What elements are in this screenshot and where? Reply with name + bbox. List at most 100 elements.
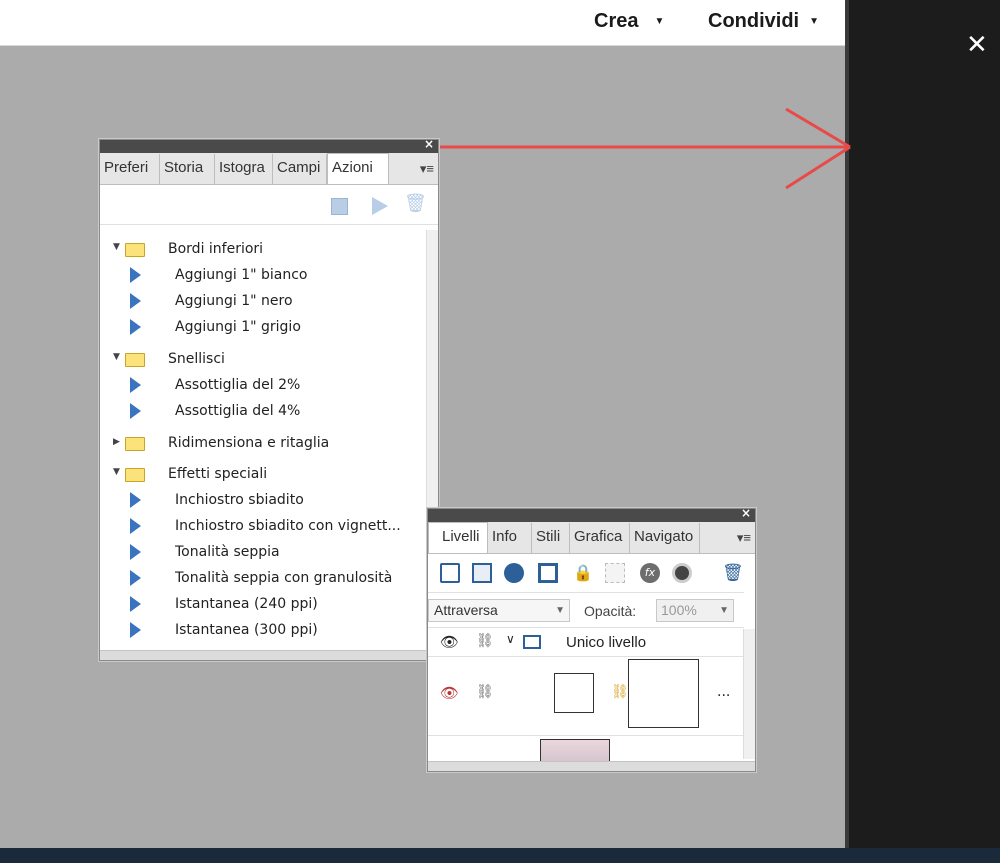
- trash-icon[interactable]: 🗑: [404, 193, 427, 214]
- opacity-field[interactable]: 100% ▼: [656, 599, 734, 622]
- stop-icon[interactable]: [331, 198, 348, 215]
- expanded-triangle-icon[interactable]: ▼: [113, 461, 120, 483]
- adjustment-thumbnail: [554, 673, 594, 713]
- play-icon: [130, 570, 141, 586]
- trash-icon[interactable]: 🗑: [722, 563, 744, 583]
- tab-stili[interactable]: Stili: [532, 523, 570, 553]
- action-label: Istantanea (300 ppi): [175, 622, 318, 638]
- panel-titlebar[interactable]: ×: [100, 137, 438, 153]
- group-name: Unico livello: [566, 634, 647, 651]
- layer-style-icon[interactable]: [672, 563, 692, 583]
- action-label: Tonalità seppia: [175, 544, 280, 560]
- collapsed-triangle-icon[interactable]: ▶: [113, 431, 120, 453]
- link-icon[interactable]: ⛓: [476, 633, 494, 649]
- list-item[interactable]: Assottiglia del 2%: [100, 374, 427, 396]
- list-item[interactable]: Istantanea (300 ppi): [100, 619, 427, 641]
- new-layer-icon[interactable]: [440, 563, 460, 583]
- list-item[interactable]: Assottiglia del 4%: [100, 400, 427, 422]
- resize-grip[interactable]: [100, 650, 438, 660]
- list-item[interactable]: Tonalità seppia con granulosità: [100, 567, 427, 589]
- tab-istogramma[interactable]: Istogra: [215, 154, 273, 184]
- tab-storia[interactable]: Storia: [160, 154, 215, 184]
- expanded-triangle-icon[interactable]: ▼: [113, 346, 120, 368]
- folder-icon: [125, 353, 145, 367]
- play-icon: [130, 596, 141, 612]
- layers-scrollbar[interactable]: [743, 629, 755, 759]
- close-icon[interactable]: ×: [741, 506, 751, 520]
- play-icon: [130, 544, 141, 560]
- lock-icon[interactable]: 🔒: [573, 563, 593, 583]
- play-icon: [130, 492, 141, 508]
- action-label: Inchiostro sbiadito con vignett...: [175, 518, 401, 534]
- resize-grip[interactable]: [428, 761, 755, 771]
- eye-icon[interactable]: 👁: [440, 633, 459, 651]
- tab-info[interactable]: Info: [488, 523, 532, 553]
- panel-titlebar[interactable]: ×: [428, 506, 755, 522]
- panel-menu-icon[interactable]: ▾≡: [420, 161, 434, 177]
- opacity-label: Opacità:: [584, 603, 637, 619]
- mask-thumbnail: [628, 659, 699, 728]
- group-label: Snellisci: [168, 351, 225, 367]
- action-label: Inchiostro sbiadito: [175, 492, 304, 508]
- list-item[interactable]: Aggiungi 1" nero: [100, 290, 427, 312]
- list-item[interactable]: Aggiungi 1" bianco: [100, 264, 427, 286]
- layer-row[interactable]: [428, 737, 744, 761]
- list-item[interactable]: ▼ Effetti speciali: [100, 463, 427, 485]
- play-icon: [130, 403, 141, 419]
- play-icon: [130, 293, 141, 309]
- folder-icon: [125, 243, 145, 257]
- list-item[interactable]: Inchiostro sbiadito con vignett...: [100, 515, 427, 537]
- chevron-down-icon: ▼: [555, 605, 565, 616]
- play-icon[interactable]: [372, 197, 388, 215]
- list-item[interactable]: Tonalità seppia: [100, 541, 427, 563]
- group-label: Bordi inferiori: [168, 241, 264, 257]
- blend-row: Attraversa ▼ Opacità: 100% ▼: [428, 594, 744, 628]
- group-label: Ridimensiona e ritaglia: [168, 435, 330, 451]
- expanded-triangle-icon[interactable]: ▼: [113, 236, 120, 258]
- list-item[interactable]: ▶ Ridimensiona e ritaglia: [100, 432, 427, 454]
- actions-panel-tabs: Preferi Storia Istogra Campi Azioni ▾≡: [100, 153, 438, 185]
- tab-navigatore[interactable]: Navigato: [630, 523, 700, 553]
- fx-icon[interactable]: fx: [640, 563, 660, 583]
- action-label: Assottiglia del 2%: [175, 377, 301, 393]
- action-label: Aggiungi 1" grigio: [175, 319, 301, 335]
- chevron-down-icon[interactable]: ▼: [719, 600, 729, 621]
- chevron-down-icon[interactable]: ∨: [506, 632, 515, 646]
- tab-azioni[interactable]: Azioni: [327, 153, 389, 184]
- play-icon: [130, 377, 141, 393]
- list-item[interactable]: ▼ Bordi inferiori: [100, 238, 427, 260]
- layers-list: 👁 ⛓ ∨ Unico livello 👁 ⛓ ⛓ ...: [428, 629, 744, 761]
- action-label: Aggiungi 1" bianco: [175, 267, 308, 283]
- layer-row[interactable]: 👁 ⛓ ⛓ ...: [428, 658, 744, 736]
- blend-mode-value: Attraversa: [434, 602, 498, 618]
- blend-mode-select[interactable]: Attraversa ▼: [428, 599, 570, 622]
- tab-livelli[interactable]: Livelli: [428, 522, 488, 553]
- tab-grafica[interactable]: Grafica: [570, 523, 630, 553]
- play-icon: [130, 319, 141, 335]
- layer-group-row[interactable]: 👁 ⛓ ∨ Unico livello: [428, 629, 744, 657]
- actions-list: ▼ Bordi inferiori Aggiungi 1" bianco Agg…: [100, 230, 427, 655]
- tab-preferiti[interactable]: Preferi: [100, 154, 160, 184]
- layers-panel-tabs: Livelli Info Stili Grafica Navigato ▾≡: [428, 522, 755, 554]
- action-label: Istantanea (240 ppi): [175, 596, 318, 612]
- list-item[interactable]: Aggiungi 1" grigio: [100, 316, 427, 338]
- list-item[interactable]: Inchiostro sbiadito: [100, 489, 427, 511]
- layers-panel: × Livelli Info Stili Grafica Navigato ▾≡…: [427, 506, 756, 772]
- link-icon[interactable]: ⛓: [476, 684, 494, 700]
- link-icon[interactable]: ⛓: [611, 684, 629, 700]
- play-icon: [130, 622, 141, 638]
- group-icon: [523, 635, 541, 649]
- list-item[interactable]: ▼ Snellisci: [100, 348, 427, 370]
- mask-icon[interactable]: [538, 563, 558, 583]
- more-options[interactable]: ...: [717, 684, 730, 700]
- eye-hidden-icon[interactable]: 👁: [440, 684, 459, 702]
- list-item[interactable]: Istantanea (240 ppi): [100, 593, 427, 615]
- adjustment-layer-icon[interactable]: [504, 563, 524, 583]
- panel-menu-icon[interactable]: ▾≡: [737, 530, 751, 546]
- tab-campioni[interactable]: Campi: [273, 154, 327, 184]
- close-icon[interactable]: ×: [424, 137, 434, 151]
- actions-toolbar: 🗑: [100, 185, 438, 225]
- new-group-icon[interactable]: [472, 563, 492, 583]
- lock-transparency-icon[interactable]: [605, 563, 625, 583]
- group-label: Effetti speciali: [168, 466, 268, 482]
